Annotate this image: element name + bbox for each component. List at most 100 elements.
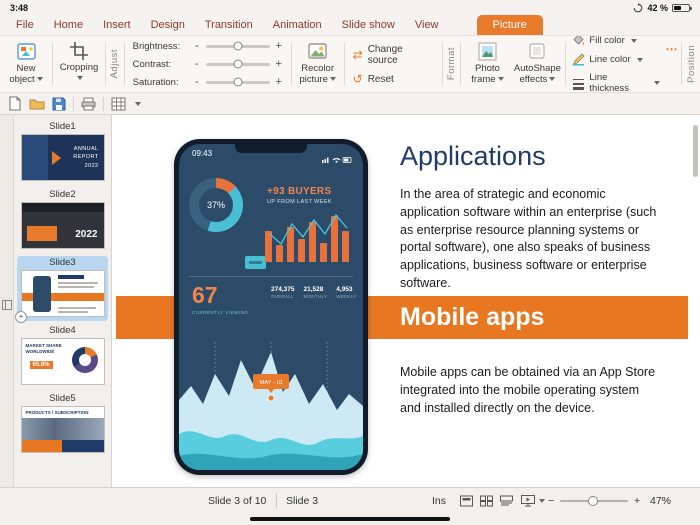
menu-design[interactable]: Design — [141, 16, 195, 35]
saturation-slider[interactable] — [206, 81, 270, 84]
clock: 3:48 — [10, 3, 28, 13]
banner-text: Mobile apps — [400, 296, 544, 339]
save-icon[interactable] — [52, 97, 66, 111]
saturation-decrease-button[interactable]: - — [193, 78, 201, 86]
menu-view[interactable]: View — [405, 16, 449, 35]
slide2-thumb[interactable]: 2022 — [21, 202, 105, 249]
brightness-increase-button[interactable]: + — [275, 42, 283, 50]
saturation-increase-button[interactable]: + — [275, 78, 283, 86]
move-handle-icon[interactable]: + — [15, 311, 27, 323]
new-object-icon — [16, 41, 37, 62]
menu-animation[interactable]: Animation — [263, 16, 332, 35]
contrast-decrease-button[interactable]: - — [193, 60, 201, 68]
change-source-label: Change source — [368, 44, 434, 66]
slide-thumbnail-1[interactable]: Slide1 ANNUALREPORT2022 — [17, 120, 108, 185]
stat-overall: 274,375 OVERALL — [271, 286, 295, 299]
chart-tooltip: MAY - 10 — [260, 380, 282, 386]
new-object-button[interactable]: Newobject — [2, 38, 50, 90]
line-thickness-button[interactable]: Line thickness — [572, 72, 659, 93]
menu-home[interactable]: Home — [44, 16, 93, 35]
source-group: ⇄ Change source ↺ Reset — [347, 38, 440, 90]
brightness-decrease-button[interactable]: - — [193, 42, 201, 50]
autoshape-effects-label: AutoShape — [514, 63, 561, 74]
home-indicator-area — [0, 513, 700, 525]
view-options-icon[interactable] — [111, 97, 126, 111]
insert-mode-indicator[interactable]: Ins — [432, 495, 446, 507]
autoshape-effects-icon — [527, 41, 548, 62]
contrast-slider-thumb[interactable] — [233, 60, 242, 69]
zoom-slider-thumb[interactable] — [588, 496, 598, 506]
fill-color-icon — [572, 35, 585, 47]
photo-frame-icon — [477, 41, 498, 62]
battery-percent: 42 % — [647, 3, 668, 13]
cropping-button[interactable]: Cropping — [55, 38, 103, 90]
recolor-picture-icon — [307, 41, 328, 62]
open-file-icon[interactable] — [29, 97, 45, 111]
panel-toggle-strip[interactable] — [0, 115, 14, 487]
view-slide-sorter-icon[interactable] — [480, 495, 493, 506]
chevron-down-icon — [37, 77, 43, 81]
contrast-slider[interactable] — [206, 63, 270, 66]
present-icon[interactable] — [521, 495, 535, 507]
slide-name: Slide 3 — [286, 495, 318, 507]
autoshape-effects-button[interactable]: AutoShapeeffects — [511, 38, 563, 90]
slide-thumbnail-3[interactable]: Slide3 + — [17, 256, 108, 321]
chevron-down-icon — [77, 76, 83, 80]
photo-frame-button[interactable]: Photoframe — [463, 38, 511, 90]
new-file-icon[interactable] — [8, 96, 22, 111]
slide-counter: Slide 3 of 10 — [208, 495, 266, 507]
slide-thumbnail-2[interactable]: Slide2 2022 — [17, 188, 108, 253]
home-indicator[interactable] — [250, 517, 450, 521]
zoom-in-button[interactable]: + — [634, 495, 640, 507]
brightness-slider[interactable] — [206, 45, 270, 48]
saturation-slider-thumb[interactable] — [233, 78, 242, 87]
vertical-scrollbar[interactable] — [693, 125, 698, 177]
ipad-status-bar: 3:48 42 % — [0, 0, 700, 14]
picture-ribbon: Newobject Cropping Adjust Brightness: - … — [0, 35, 700, 93]
menu-transition[interactable]: Transition — [195, 16, 263, 35]
fill-color-button[interactable]: Fill color — [572, 35, 659, 47]
zoom-slider[interactable] — [560, 500, 628, 502]
view-normal-icon[interactable] — [460, 495, 473, 506]
line-color-button[interactable]: Line color — [572, 53, 659, 66]
zoom-level[interactable]: 47% — [650, 495, 671, 507]
donut-chart: 37% — [189, 178, 243, 232]
slide-thumbnail-5[interactable]: Slide5 PRODUCTS / SUBSCRIPTION — [17, 392, 108, 457]
view-notes-icon[interactable] — [500, 495, 513, 506]
reset-button[interactable]: ↺ Reset — [353, 74, 434, 85]
stat-monthly: 21,528 MONTHLY — [304, 286, 328, 299]
slide-editor[interactable]: Mobile apps Applications In the area of … — [112, 115, 700, 487]
body-text-1[interactable]: In the area of strategic and economic ap… — [400, 186, 663, 293]
ribbon-overflow-button[interactable]: ⋯ — [666, 42, 678, 56]
cropping-icon — [69, 41, 89, 61]
slide-panel: Slide1 ANNUALREPORT2022 Slide2 2022 Slid… — [14, 115, 112, 487]
zoom-out-button[interactable]: − — [548, 495, 554, 507]
phone-mockup-image[interactable]: 09:43 37% +93 BUYERS UP FROM LAST WEEK — [174, 139, 368, 475]
slide-title[interactable]: Applications — [400, 141, 546, 172]
chevron-down-icon — [654, 81, 660, 85]
slide-label: Slide4 — [20, 325, 105, 336]
line-color-icon — [572, 53, 585, 66]
recolor-picture-button[interactable]: Recolorpicture — [294, 38, 342, 90]
presentation-app: 3:48 42 % File Home Insert Design Transi… — [0, 0, 700, 525]
menu-file[interactable]: File — [6, 16, 44, 35]
chevron-down-icon[interactable] — [135, 102, 141, 106]
brightness-slider-thumb[interactable] — [233, 42, 242, 51]
panel-toggle-icon[interactable] — [2, 123, 12, 487]
slide1-thumb[interactable]: ANNUALREPORT2022 — [21, 134, 105, 181]
print-icon[interactable] — [81, 97, 96, 111]
menu-slide-show[interactable]: Slide show — [332, 16, 405, 35]
slide4-thumb[interactable]: MARKET SHAREWORLDWIDE 65.8% — [21, 338, 105, 385]
slide5-thumb[interactable]: PRODUCTS / SUBSCRIPTION — [21, 406, 105, 453]
slide-thumbnail-4[interactable]: Slide4 MARKET SHAREWORLDWIDE 65.8% — [17, 324, 108, 389]
chevron-down-icon[interactable] — [539, 499, 545, 503]
currently-viewing-label: CURRENTLY VIEWING — [192, 310, 248, 315]
change-source-button[interactable]: ⇄ Change source — [353, 44, 434, 66]
line-thickness-icon — [572, 77, 585, 90]
reset-label: Reset — [368, 74, 394, 85]
tab-picture[interactable]: Picture — [477, 15, 543, 35]
body-text-2[interactable]: Mobile apps can be obtained via an App S… — [400, 364, 663, 417]
contrast-increase-button[interactable]: + — [275, 60, 283, 68]
menu-insert[interactable]: Insert — [93, 16, 141, 35]
slide3-thumb[interactable] — [21, 270, 105, 317]
